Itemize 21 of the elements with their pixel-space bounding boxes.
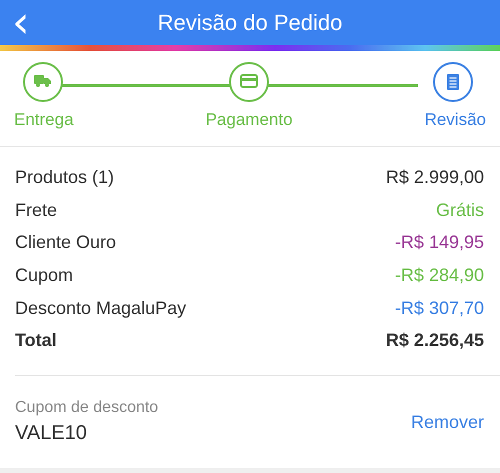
coupon-caption: Cupom de desconto bbox=[15, 399, 158, 418]
back-button[interactable]: ‹ bbox=[6, 0, 36, 45]
summary-value: -R$ 284,90 bbox=[394, 264, 484, 286]
summary-value: -R$ 149,95 bbox=[394, 232, 484, 254]
summary-value: R$ 2.999,00 bbox=[386, 166, 484, 188]
total-value: R$ 2.256,45 bbox=[386, 330, 484, 352]
summary-value: Grátis bbox=[436, 200, 484, 221]
summary-label: Cupom bbox=[15, 264, 74, 286]
card-icon bbox=[240, 73, 258, 91]
summary-value: -R$ 307,70 bbox=[394, 298, 484, 319]
step-tab[interactable]: Entrega bbox=[14, 110, 74, 130]
total-label: Total bbox=[15, 330, 57, 352]
summary-label: Cliente Ouro bbox=[15, 232, 116, 254]
step-tab[interactable]: Revisão bbox=[424, 110, 486, 130]
summary-label: Desconto MagaluPay bbox=[15, 298, 186, 319]
summary-label: Frete bbox=[15, 200, 58, 221]
coupon-code: VALE10 bbox=[15, 422, 88, 446]
page-title: Revisão do Pedido bbox=[158, 10, 342, 36]
summary-label: Produtos (1) bbox=[15, 166, 114, 188]
remove-link[interactable]: Remover bbox=[410, 412, 484, 433]
step-tab[interactable]: Pagamento bbox=[206, 110, 293, 130]
